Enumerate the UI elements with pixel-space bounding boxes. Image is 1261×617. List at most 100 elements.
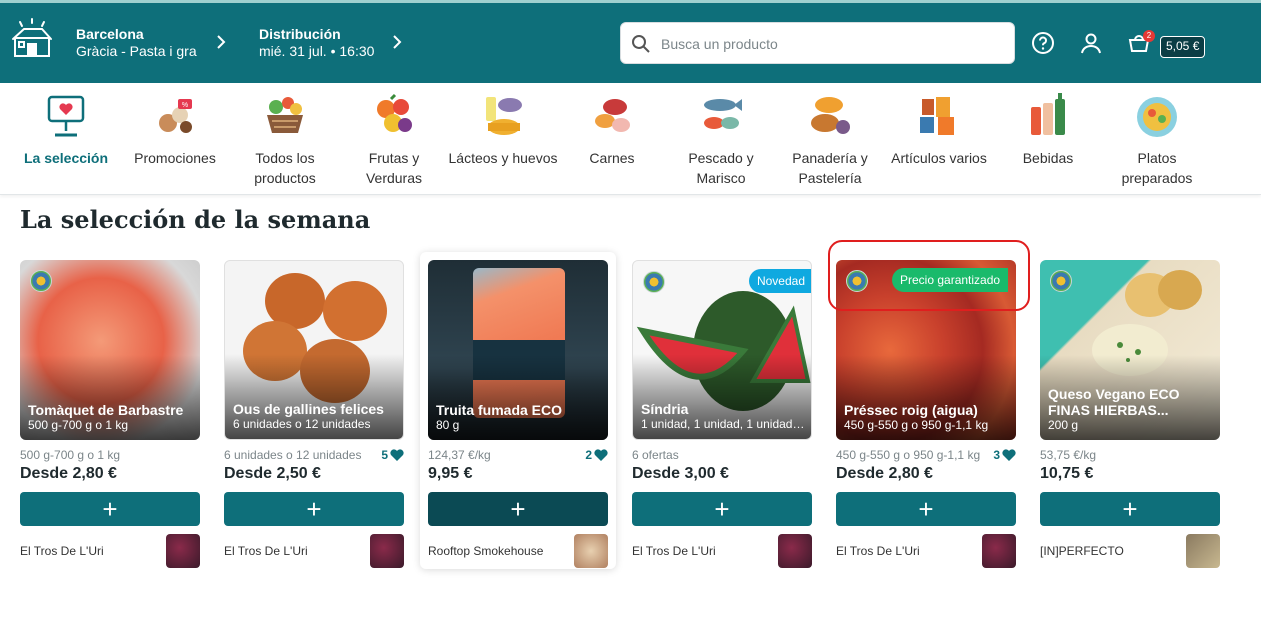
product-name: Síndria xyxy=(641,401,689,417)
product-format: 80 g xyxy=(436,418,460,432)
category-la-seleccion[interactable]: La selección xyxy=(11,83,121,168)
product-price: Desde 2,80 € xyxy=(20,465,117,482)
category-label: Todos los productos xyxy=(254,150,316,186)
search-input[interactable] xyxy=(661,33,1001,55)
plus-icon: + xyxy=(102,494,118,524)
chevron-right-icon[interactable] xyxy=(215,34,227,50)
seller-row[interactable]: El Tros De L'Uri xyxy=(836,534,1016,568)
add-to-cart-button[interactable]: + xyxy=(632,492,812,526)
product-card[interactable]: Novedad Síndria 1 unidad, 1 unidad, 1 un… xyxy=(632,260,812,568)
location-title: Barcelona xyxy=(76,26,144,42)
add-to-cart-button[interactable]: + xyxy=(428,492,608,526)
unit-price: 6 ofertas xyxy=(632,448,812,462)
seller-row[interactable]: El Tros De L'Uri xyxy=(224,534,404,568)
search-box[interactable] xyxy=(620,22,1015,64)
add-to-cart-button[interactable]: + xyxy=(224,492,404,526)
seller-row[interactable]: Rooftop Smokehouse xyxy=(428,534,608,568)
unit-price-text: 6 ofertas xyxy=(632,448,679,462)
distribution-selector[interactable]: Distribución mié. 31 jul. • 16:30 xyxy=(259,26,374,59)
eco-badge-icon xyxy=(846,270,868,292)
product-name: Ous de gallines felices xyxy=(233,401,384,417)
product-format: 1 unidad, 1 unidad, 1 unidad, 1 unidad xyxy=(641,417,805,431)
plus-icon: + xyxy=(510,494,526,524)
unit-price-text: 6 unidades o 12 unidades xyxy=(224,448,362,462)
fruits-icon xyxy=(377,93,412,132)
chevron-right-icon[interactable] xyxy=(391,34,403,50)
plus-icon: + xyxy=(1122,494,1138,524)
seller-name: El Tros De L'Uri xyxy=(224,544,308,558)
seller-thumbnail xyxy=(370,534,404,568)
unit-price: 500 g-700 g o 1 kg xyxy=(20,448,200,462)
category-todos-los-productos[interactable]: Todos los productos xyxy=(230,83,340,188)
likes-count[interactable]: 5 xyxy=(381,448,404,462)
seller-name: Rooftop Smokehouse xyxy=(428,544,544,558)
product-card[interactable]: Queso Vegano ECO FINAS HIERBAS... 200 g … xyxy=(1040,260,1220,568)
add-to-cart-button[interactable]: + xyxy=(20,492,200,526)
product-card-hovered[interactable]: Truita fumada ECO 80 g 124,37 €/kg 2 9,9… xyxy=(420,252,616,569)
category-label: Pescado y Marisco xyxy=(688,150,754,186)
category-panaderia[interactable]: Panadería y Pastelería xyxy=(775,83,885,188)
eco-badge-icon xyxy=(30,270,52,292)
unit-price-text: 500 g-700 g o 1 kg xyxy=(20,448,121,462)
add-to-cart-button[interactable]: + xyxy=(836,492,1016,526)
seller-row[interactable]: [IN]PERFECTO xyxy=(1040,534,1220,568)
jars-icon xyxy=(920,97,954,135)
unit-price-text: 124,37 €/kg xyxy=(428,448,491,462)
heart-icon xyxy=(1002,449,1016,461)
category-bebidas[interactable]: Bebidas xyxy=(993,83,1103,168)
product-image[interactable]: Queso Vegano ECO FINAS HIERBAS... 200 g xyxy=(1040,260,1220,440)
category-pescado-marisco[interactable]: Pescado y Marisco xyxy=(666,83,776,188)
cart-total[interactable]: 5,05 € xyxy=(1160,36,1206,58)
location-subtitle: Gràcia - Pasta i gra xyxy=(76,43,197,59)
product-image[interactable]: Tomàquet de Barbastre 500 g-700 g o 1 kg xyxy=(20,260,200,440)
precio-garantizado-tag: Precio garantizado xyxy=(892,268,1009,292)
user-icon[interactable] xyxy=(1079,31,1103,55)
svg-text:%: % xyxy=(182,102,188,109)
seller-thumbnail xyxy=(982,534,1016,568)
basket-icon xyxy=(267,97,303,133)
add-to-cart-button[interactable]: + xyxy=(1040,492,1220,526)
likes-count[interactable]: 3 xyxy=(993,448,1016,462)
seller-thumbnail xyxy=(574,534,608,568)
product-image[interactable]: Ous de gallines felices 6 unidades o 12 … xyxy=(224,260,404,440)
product-name: Truita fumada ECO xyxy=(436,402,563,418)
fish-icon xyxy=(704,99,742,129)
heart-icon xyxy=(594,449,608,461)
house-logo-icon[interactable] xyxy=(10,17,54,61)
product-name: Queso Vegano ECO FINAS HIERBAS... xyxy=(1048,386,1180,418)
product-card-inner: Truita fumada ECO 80 g 124,37 €/kg 2 9,9… xyxy=(428,260,608,568)
category-frutas-verduras[interactable]: Frutas y Verduras xyxy=(339,83,449,188)
bottles-icon xyxy=(1031,93,1065,135)
product-card[interactable]: Precio garantizado Préssec roig (aigua) … xyxy=(836,260,1016,568)
category-label: Panadería y Pastelería xyxy=(792,150,868,186)
product-image[interactable]: Truita fumada ECO 80 g xyxy=(428,260,608,440)
category-carnes[interactable]: Carnes xyxy=(557,83,667,168)
seller-row[interactable]: El Tros De L'Uri xyxy=(20,534,200,568)
product-format: 500 g-700 g o 1 kg xyxy=(28,418,129,432)
product-card[interactable]: Ous de gallines felices 6 unidades o 12 … xyxy=(224,260,404,568)
likes-count[interactable]: 2 xyxy=(585,448,608,462)
product-format: 450 g-550 g o 950 g-1,1 kg xyxy=(844,418,989,432)
distribution-title: Distribución xyxy=(259,26,341,42)
location-selector[interactable]: Barcelona Gràcia - Pasta i gra xyxy=(76,26,197,59)
product-image[interactable]: Novedad Síndria 1 unidad, 1 unidad, 1 un… xyxy=(632,260,812,440)
product-card[interactable]: Tomàquet de Barbastre 500 g-700 g o 1 kg… xyxy=(20,260,200,568)
category-label: Frutas y Verduras xyxy=(365,150,423,186)
product-price: 10,75 € xyxy=(1040,465,1094,482)
dairy-icon xyxy=(486,97,522,135)
dish-icon xyxy=(1137,97,1177,137)
search-icon xyxy=(632,35,650,53)
category-articulos-varios[interactable]: Artículos varios xyxy=(884,83,994,168)
plus-icon: + xyxy=(306,494,322,524)
category-lacteos-huevos[interactable]: Lácteos y huevos xyxy=(448,83,558,168)
seller-row[interactable]: El Tros De L'Uri xyxy=(632,534,812,568)
product-name: Tomàquet de Barbastre xyxy=(28,402,184,418)
seller-name: El Tros De L'Uri xyxy=(836,544,920,558)
heart-sign-icon xyxy=(47,95,85,137)
category-promociones[interactable]: % Promociones xyxy=(120,83,230,168)
help-icon[interactable] xyxy=(1031,31,1055,55)
seller-name: [IN]PERFECTO xyxy=(1040,544,1124,558)
category-platos-preparados[interactable]: Platos preparados xyxy=(1102,83,1212,188)
eco-badge-icon xyxy=(643,271,665,293)
product-image[interactable]: Precio garantizado Préssec roig (aigua) … xyxy=(836,260,1016,440)
